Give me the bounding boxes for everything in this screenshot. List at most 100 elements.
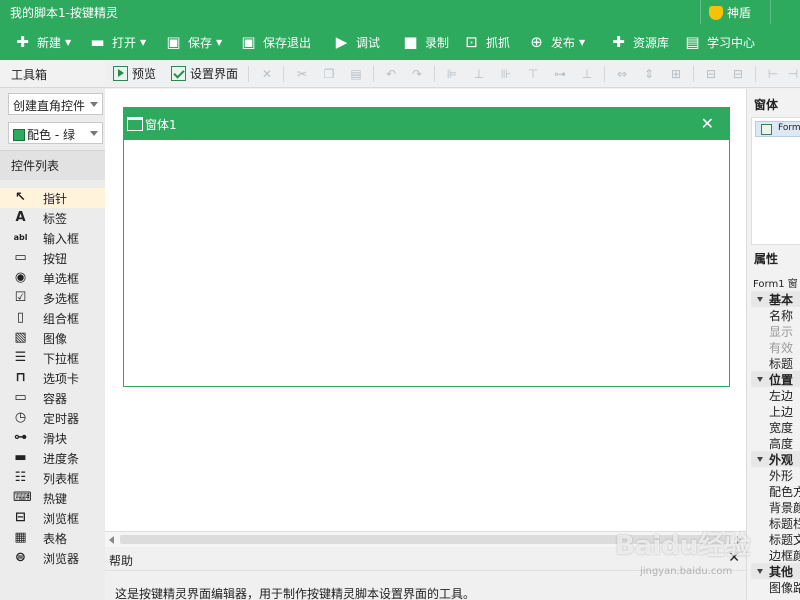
control-list-item[interactable]: ▭ 容器 bbox=[0, 388, 105, 408]
center-horizontal-icon[interactable]: ⊟ bbox=[704, 67, 718, 81]
set-ui-button[interactable]: 设置界面 bbox=[171, 65, 238, 83]
control-list-item-label: 多选框 bbox=[43, 292, 80, 306]
window-control-button[interactable] bbox=[770, 0, 800, 24]
property-row[interactable]: 边框颜 bbox=[751, 547, 800, 563]
property-row[interactable]: 左边 bbox=[751, 387, 800, 403]
property-row[interactable]: 有效 bbox=[751, 339, 800, 355]
control-list-item[interactable]: ▯ 组合框 bbox=[0, 308, 105, 328]
preview-button[interactable]: 预览 bbox=[113, 65, 156, 83]
toolbar-button-plus[interactable]: ✚ 新建 ▼ bbox=[14, 24, 71, 60]
redo-icon[interactable]: ↷ bbox=[410, 67, 424, 81]
control-list-item[interactable]: ☷ 列表框 bbox=[0, 468, 105, 488]
save-icon: ▣ bbox=[166, 33, 181, 51]
center-vertical-icon[interactable]: ⊟ bbox=[731, 67, 745, 81]
align-top-icon[interactable]: ⊤ bbox=[526, 67, 540, 81]
form-window[interactable]: 窗体1 ✕ bbox=[123, 107, 730, 387]
control-list-item[interactable]: ▧ 图像 bbox=[0, 328, 105, 348]
align-bottom-icon[interactable]: ⊥ bbox=[580, 67, 594, 81]
preview-label: 预览 bbox=[132, 67, 157, 81]
title-bar: 我的脚本1-按键精灵 神盾 bbox=[0, 0, 800, 24]
property-row[interactable]: 名称 bbox=[751, 307, 800, 323]
property-row[interactable]: 显示 bbox=[751, 323, 800, 339]
color-select[interactable]: 配色 - 绿 bbox=[8, 122, 103, 144]
chevron-down-icon[interactable]: ▼ bbox=[216, 38, 222, 47]
control-list-item[interactable]: ⊓ 选项卡 bbox=[0, 368, 105, 388]
chevron-down-icon[interactable]: ▼ bbox=[579, 38, 585, 47]
copy-icon[interactable]: ❐ bbox=[322, 67, 336, 81]
toolbar-button-grab[interactable]: ⊡ 抓抓 bbox=[463, 24, 510, 60]
control-list-item[interactable]: ☰ 下拉框 bbox=[0, 348, 105, 368]
toolbar-divider bbox=[283, 66, 284, 82]
control-list-item-label: 滑块 bbox=[43, 432, 68, 446]
chevron-down-icon[interactable]: ▼ bbox=[65, 38, 71, 47]
same-size-icon[interactable]: ⊞ bbox=[669, 67, 683, 81]
property-row[interactable]: 宽度 bbox=[751, 419, 800, 435]
property-section-header: 属性 bbox=[754, 252, 779, 266]
button-icon: ▭ bbox=[14, 250, 27, 265]
property-category[interactable]: 位置 bbox=[751, 371, 800, 387]
property-category[interactable]: 基本 bbox=[751, 291, 800, 307]
align-left-icon[interactable]: ⊫ bbox=[445, 67, 459, 81]
control-list-item[interactable]: ↖ 指针 bbox=[0, 188, 105, 208]
toolbar-button-folder[interactable]: ▬ 打开 ▼ bbox=[89, 24, 146, 60]
control-list-item[interactable]: ⌨ 热键 bbox=[0, 488, 105, 508]
property-grid: Form1 窗 基本名称显示有效标题位置左边上边宽度高度外观外形配色方背景颜标题… bbox=[751, 273, 800, 595]
control-list-item[interactable]: A 标签 bbox=[0, 208, 105, 228]
property-row[interactable]: 配色方 bbox=[751, 483, 800, 499]
toolbar-button-learn[interactable]: ▤ 学习中心 bbox=[684, 24, 755, 60]
control-list-item[interactable]: ⊶ 滑块 bbox=[0, 428, 105, 448]
control-list-item[interactable]: ⊜ 浏览器 bbox=[0, 548, 105, 568]
designer-canvas[interactable]: 窗体1 ✕ bbox=[105, 89, 746, 531]
same-width-icon[interactable]: ⇔ bbox=[615, 67, 629, 81]
toolbar-button-resource[interactable]: ✚ 资源库 bbox=[610, 24, 669, 60]
property-category[interactable]: 其他 bbox=[751, 563, 800, 579]
close-icon[interactable]: ✕ bbox=[701, 114, 714, 133]
cut-icon[interactable]: ✂ bbox=[295, 67, 309, 81]
property-object-selector[interactable]: Form1 窗 bbox=[751, 273, 800, 291]
align-center-icon[interactable]: ⊥ bbox=[472, 67, 486, 81]
same-height-icon[interactable]: ⇕ bbox=[642, 67, 656, 81]
toolbar-button-label: 保存 bbox=[188, 36, 213, 50]
undo-icon[interactable]: ↶ bbox=[384, 67, 398, 81]
control-list-item[interactable]: ⊟ 浏览框 bbox=[0, 508, 105, 528]
control-list-item[interactable]: ▭ 按钮 bbox=[0, 248, 105, 268]
form-titlebar[interactable]: 窗体1 ✕ bbox=[124, 108, 729, 140]
toolbar-button-record[interactable]: ■ 录制 bbox=[402, 24, 449, 60]
control-list-item[interactable]: abl 输入框 bbox=[0, 228, 105, 248]
property-category[interactable]: 外观 bbox=[751, 451, 800, 467]
checkbox-icon[interactable] bbox=[761, 124, 772, 135]
chevron-down-icon[interactable]: ▼ bbox=[140, 38, 146, 47]
align-middle-icon[interactable]: ⊶ bbox=[553, 67, 567, 81]
control-list-item[interactable]: ▦ 表格 bbox=[0, 528, 105, 548]
align-right-icon[interactable]: ⊪ bbox=[499, 67, 513, 81]
property-row[interactable]: 背景颜 bbox=[751, 499, 800, 515]
control-list-item[interactable]: ▬ 进度条 bbox=[0, 448, 105, 468]
property-row[interactable]: 外形 bbox=[751, 467, 800, 483]
property-row[interactable]: 标题 bbox=[751, 355, 800, 371]
property-row[interactable]: 标题栏 bbox=[751, 515, 800, 531]
spacing-horizontal-icon[interactable]: ⊢ bbox=[766, 67, 780, 81]
delete-icon[interactable]: ✕ bbox=[260, 67, 274, 81]
property-row[interactable]: 标题文 bbox=[751, 531, 800, 547]
form-title: 窗体1 bbox=[145, 118, 177, 132]
set-ui-label: 设置界面 bbox=[190, 67, 239, 81]
control-list-item[interactable]: ◉ 单选框 bbox=[0, 268, 105, 288]
mode-select[interactable]: 创建直角控件 bbox=[8, 93, 103, 115]
dropdown-icon: ☰ bbox=[14, 350, 27, 365]
spacing-vertical-icon[interactable]: ⊣ bbox=[786, 67, 800, 81]
help-text: 这是按键精灵界面编辑器，用于制作按键精灵脚本设置界面的工具。 bbox=[115, 587, 476, 600]
control-list-item[interactable]: ◷ 定时器 bbox=[0, 408, 105, 428]
toolbar-button-save-exit[interactable]: ▣ 保存退出 bbox=[240, 24, 311, 60]
property-row[interactable]: 高度 bbox=[751, 435, 800, 451]
paste-icon[interactable]: ▤ bbox=[349, 67, 363, 81]
form-list-item[interactable]: Form1 bbox=[755, 121, 800, 137]
scroll-left-icon[interactable] bbox=[109, 536, 114, 544]
property-row[interactable]: 上边 bbox=[751, 403, 800, 419]
toolbar-button-publish[interactable]: ⊕ 发布 ▼ bbox=[528, 24, 585, 60]
property-row[interactable]: 图像路 bbox=[751, 579, 800, 595]
account-button[interactable]: 神盾 bbox=[700, 0, 764, 24]
control-list-item-label: 下拉框 bbox=[43, 352, 80, 366]
toolbar-button-save[interactable]: ▣ 保存 ▼ bbox=[165, 24, 222, 60]
control-list-item[interactable]: ☑ 多选框 bbox=[0, 288, 105, 308]
toolbar-button-debug[interactable]: ▶ 调试 bbox=[333, 24, 380, 60]
